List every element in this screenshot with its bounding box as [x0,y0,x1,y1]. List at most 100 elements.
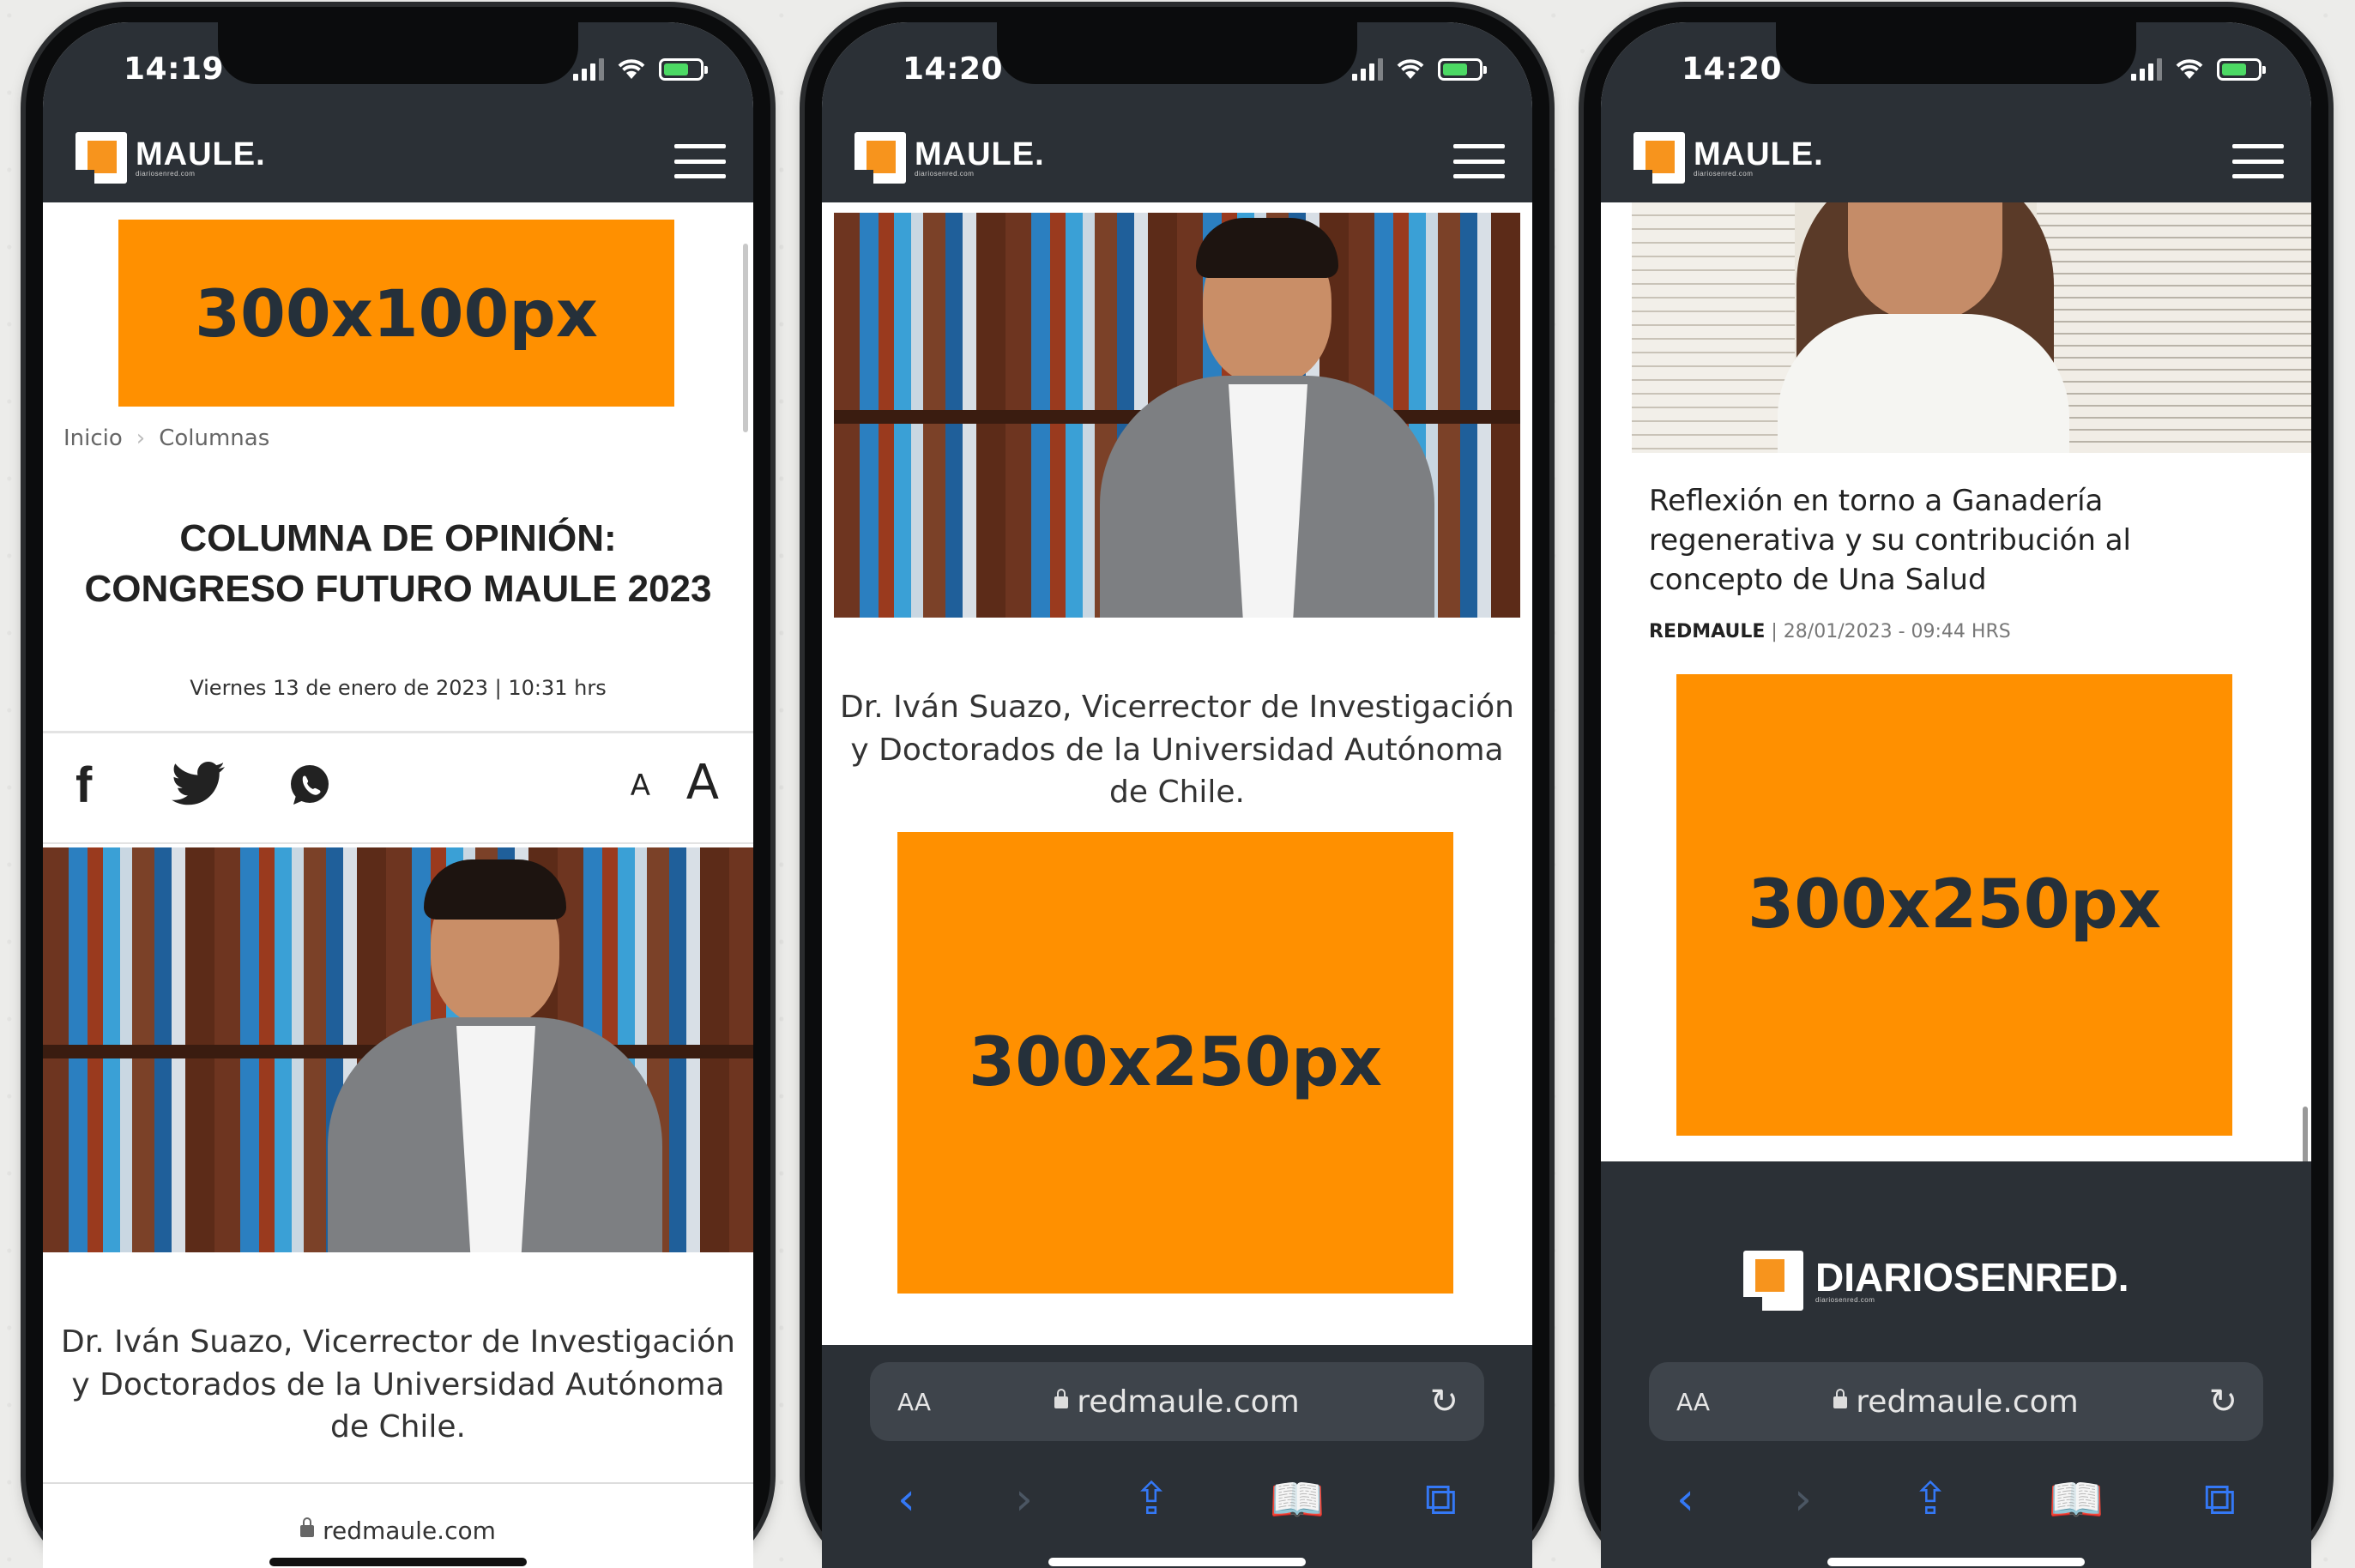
forward-icon[interactable]: › [1794,1474,1812,1526]
divider [43,842,753,844]
whatsapp-icon[interactable] [287,762,333,808]
url-text: redmaule.com [1856,1384,2079,1420]
title-line-2: CONGRESO FUTURO MAULE 2023 [84,568,712,611]
ad-box-300x250[interactable]: 300x250px [1676,674,2232,1136]
wifi-icon [1397,59,1424,79]
site-logo[interactable]: MAULE. diariosenred.com [75,132,266,184]
battery-icon [2217,58,2266,81]
clock: 14:20 [1682,51,1783,87]
bookmarks-icon[interactable]: 📖 [1270,1474,1325,1526]
logo-mark [1633,132,1685,184]
address-bar[interactable]: redmaule.com [43,1482,753,1568]
scrollbar[interactable] [743,244,748,432]
status-bar: 14:20 [822,22,1532,113]
breadcrumb-section[interactable]: Columnas [159,425,269,451]
person-figure [1778,314,2069,453]
share-icon[interactable]: ⇪ [1911,1474,1949,1526]
article-author: REDMAULE [1649,621,1766,642]
reload-icon[interactable]: ↻ [2208,1382,2237,1421]
article-date: | 28/01/2023 - 09:44 HRS [1771,621,2011,642]
title-line-1: COLUMNA DE OPINIÓN: [179,517,617,559]
phone-screen: 14:20 MAULE. diariosenred.com Reflexión e… [1601,22,2311,1568]
article-thumbnail[interactable] [1632,202,2311,453]
address-bar[interactable]: AA redmaule.com ↻ [870,1362,1484,1441]
article-photo [43,847,753,1252]
photo-caption: Dr. Iván Suazo, Vicerrector de Investiga… [840,690,1514,811]
phone-mockup-1: 14:19 MAULE. diariosenred.com 300x100px I… [26,7,770,1568]
logo-mark [1743,1251,1803,1311]
publish-date: Viernes 13 de enero de 2023 | 10:31 hrs [190,676,607,700]
photo-caption: Dr. Iván Suazo, Vicerrector de Investiga… [61,1324,735,1445]
share-icon[interactable]: ⇪ [1132,1474,1170,1526]
breadcrumb: Inicio › Columnas [63,425,269,451]
font-decrease-button[interactable]: A [631,769,650,803]
phone-screen: 14:20 MAULE. diariosenred.com Dr. Iván Su… [822,22,1532,1568]
url-text: redmaule.com [323,1516,496,1545]
address-bar[interactable]: AA redmaule.com ↻ [1649,1362,2263,1441]
ad-banner-300x100[interactable]: 300x100px [118,220,674,407]
site-logo[interactable]: MAULE. diariosenred.com [854,132,1045,184]
lock-icon [1833,1389,1848,1408]
reader-aa-button[interactable]: AA [1676,1388,1710,1416]
article-photo [834,213,1520,618]
ad-box-300x250[interactable]: 300x250px [897,832,1453,1294]
menu-icon[interactable] [2232,144,2284,178]
share-bar: f A A [69,755,736,825]
status-bar: 14:19 [43,22,753,113]
logo-name: MAULE. [136,136,266,172]
footer-logo[interactable]: DIARIOSENRED. diariosenred.com [1743,1251,2129,1311]
logo-mark [75,132,127,184]
status-bar: 14:20 [1601,22,2311,113]
twitter-icon[interactable] [172,762,226,806]
battery-icon [1438,58,1487,81]
related-article-title[interactable]: Reflexión en torno a Ganadería regenerat… [1649,482,2263,600]
back-icon[interactable]: ‹ [1676,1474,1694,1526]
clock: 14:20 [903,51,1004,87]
home-indicator [1827,1558,2085,1566]
site-header: MAULE. diariosenred.com [43,113,753,202]
home-indicator [1048,1558,1306,1566]
menu-icon[interactable] [1453,144,1505,178]
lock-icon [1054,1389,1069,1408]
forward-icon[interactable]: › [1015,1474,1033,1526]
wifi-icon [2176,59,2203,79]
bookmarks-icon[interactable]: 📖 [2049,1474,2104,1526]
site-header: MAULE. diariosenred.com [822,113,1532,202]
footer-brand: DIARIOSENRED. [1815,1255,2129,1300]
clock: 14:19 [124,51,225,87]
browser-toolbar: AA redmaule.com ↻ ‹ › ⇪ 📖 ⧉ [1601,1345,2311,1568]
reload-icon[interactable]: ↻ [1429,1382,1458,1421]
browser-toolbar: AA redmaule.com ↻ ‹ › ⇪ 📖 ⧉ [822,1345,1532,1568]
logo-mark [854,132,906,184]
menu-icon[interactable] [674,144,726,178]
url-text: redmaule.com [1077,1384,1300,1420]
logo-name: MAULE. [915,136,1045,172]
signal-icon [2131,58,2162,81]
tabs-icon[interactable]: ⧉ [2204,1474,2236,1526]
font-increase-button[interactable]: A [686,755,719,811]
facebook-icon[interactable]: f [75,757,92,814]
signal-icon [573,58,604,81]
notch [1776,22,2136,84]
article-meta: REDMAULE | 28/01/2023 - 09:44 HRS [1649,621,2011,642]
breadcrumb-home[interactable]: Inicio [63,425,123,451]
phone-screen: 14:19 MAULE. diariosenred.com 300x100px I… [43,22,753,1568]
back-icon[interactable]: ‹ [897,1474,915,1526]
wifi-icon [618,59,645,79]
logo-name: MAULE. [1694,136,1824,172]
phone-mockup-3: 14:20 MAULE. diariosenred.com Reflexión e… [1584,7,2328,1568]
site-header: MAULE. diariosenred.com [1601,113,2311,202]
divider [43,731,753,733]
signal-icon [1352,58,1383,81]
lock-icon [300,1517,315,1537]
home-indicator [269,1558,527,1566]
tabs-icon[interactable]: ⧉ [1425,1474,1457,1526]
page-title: COLUMNA DE OPINIÓN: CONGRESO FUTURO MAUL… [43,513,753,615]
reader-aa-button[interactable]: AA [897,1388,931,1416]
notch [218,22,578,84]
battery-icon [659,58,708,81]
breadcrumb-separator: › [136,425,146,451]
notch [997,22,1357,84]
site-logo[interactable]: MAULE. diariosenred.com [1633,132,1824,184]
phone-mockup-2: 14:20 MAULE. diariosenred.com Dr. Iván Su… [805,7,1549,1568]
